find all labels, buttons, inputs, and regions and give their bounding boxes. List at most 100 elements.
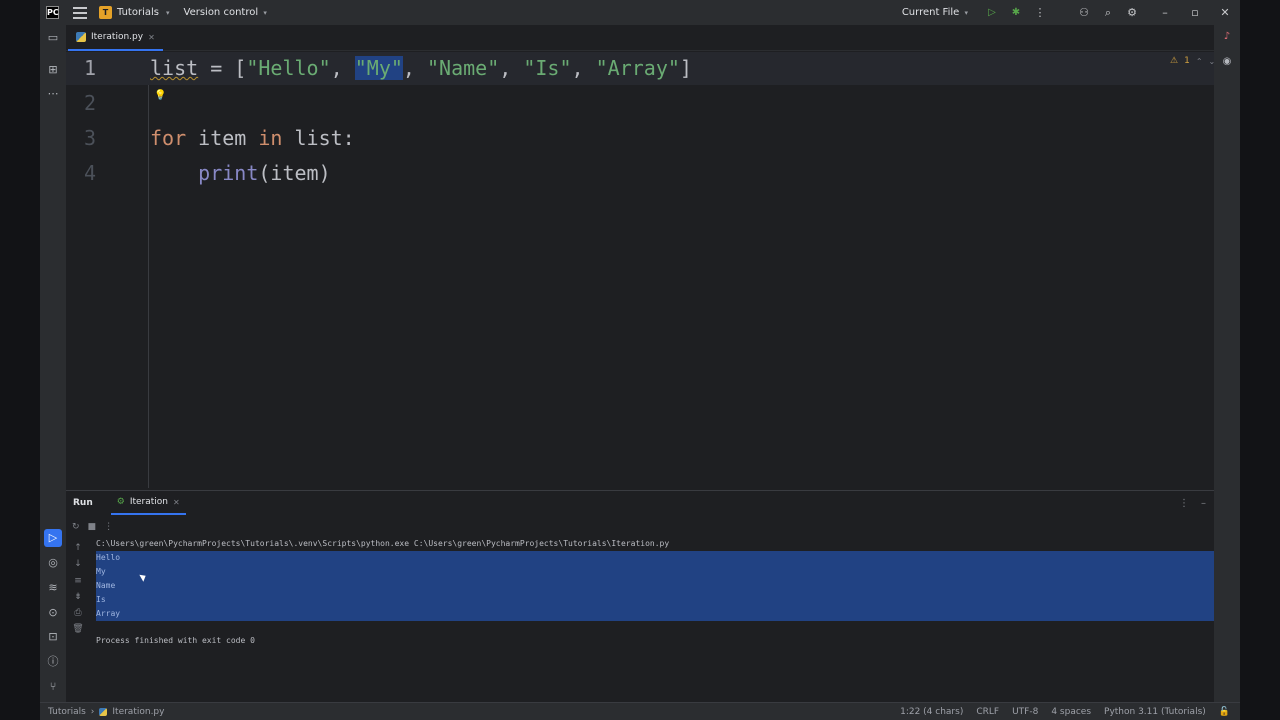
project-badge-icon: T bbox=[99, 6, 112, 19]
code-line-3[interactable]: for item in list: bbox=[150, 126, 355, 150]
gear-icon[interactable]: ⚙ bbox=[1120, 6, 1144, 19]
warning-icon: ⚠ bbox=[1170, 56, 1179, 66]
console-exit-message: Process finished with exit code 0 bbox=[96, 636, 255, 645]
project-name: Tutorials bbox=[117, 7, 159, 18]
run-config-selector[interactable]: Current File ▾ bbox=[902, 7, 968, 18]
python-file-icon bbox=[76, 32, 86, 42]
git-branch-icon[interactable]: ⑂ bbox=[44, 678, 62, 696]
chevron-up-icon[interactable]: ⌃ bbox=[1196, 57, 1203, 66]
scroll-to-end-icon[interactable]: ⇟ bbox=[72, 592, 84, 602]
console-output-line: My bbox=[96, 565, 1214, 579]
chevron-right-icon: › bbox=[90, 706, 95, 717]
services-icon[interactable]: ⊙ bbox=[44, 604, 62, 622]
run-tool-window: Run ⚙ Iteration ✕ ⋮ – ↻ ■ ⋮ ↑ ↓ ≡ ⇟ ⎙ 🗑 … bbox=[66, 490, 1214, 705]
left-tool-strip: ▭ ⊞ ⋯ ▷ ◎ ≋ ⊙ ⊡ ⓘ ⑂ bbox=[40, 25, 66, 705]
notifications-icon[interactable]: ♪ bbox=[1219, 29, 1235, 45]
inspection-widget[interactable]: ⚠ 1 ⌃ ⌄ bbox=[1170, 52, 1215, 70]
chevron-down-icon: ▾ bbox=[964, 9, 968, 17]
terminal-icon[interactable]: ⊡ bbox=[44, 628, 62, 646]
titlebar-actions: Current File ▾ ▷ ✱ ⋮ ⚇ ⌕ ⚙ – ▫ ✕ bbox=[902, 0, 1240, 25]
run-header-actions: ⋮ – bbox=[1179, 491, 1206, 515]
run-icon[interactable]: ▷ bbox=[980, 7, 1004, 18]
minimize-panel-icon[interactable]: – bbox=[1201, 498, 1206, 509]
line-number: 2 bbox=[83, 91, 96, 115]
tab-iteration-py[interactable]: Iteration.py ✕ bbox=[68, 25, 163, 51]
lock-icon[interactable]: 🔓 bbox=[1219, 707, 1230, 717]
ai-assistant-icon[interactable]: ◉ bbox=[1219, 54, 1235, 70]
indent-setting[interactable]: 4 spaces bbox=[1051, 707, 1091, 717]
line-number: 3 bbox=[83, 126, 96, 150]
close-icon[interactable]: ✕ bbox=[1210, 6, 1240, 19]
add-user-icon[interactable]: ⚇ bbox=[1072, 6, 1096, 19]
chevron-down-icon: ▾ bbox=[165, 8, 170, 17]
python-console-icon[interactable]: ◎ bbox=[44, 554, 62, 572]
run-title: Run bbox=[73, 498, 93, 508]
arrow-down-icon[interactable]: ↓ bbox=[72, 559, 84, 569]
console-output-line: Is bbox=[96, 593, 1214, 607]
ide-window: PC T Tutorials ▾ Version control ▾ Curre… bbox=[40, 0, 1240, 720]
folder-icon[interactable]: ▭ bbox=[44, 29, 62, 47]
run-config-label: Current File bbox=[901, 7, 960, 18]
identifier-list: list bbox=[150, 56, 199, 80]
main-menu-icon[interactable] bbox=[73, 6, 87, 19]
tab-run-iteration[interactable]: ⚙ Iteration ✕ bbox=[110, 491, 186, 515]
trash-icon[interactable]: 🗑 bbox=[72, 624, 84, 634]
console-output-line: Name bbox=[96, 579, 1214, 593]
run-tool-icon[interactable]: ▷ bbox=[44, 529, 62, 547]
breadcrumb: Tutorials › Iteration.py bbox=[48, 707, 164, 717]
console-output-line: Hello bbox=[96, 551, 1214, 565]
line-number: 1 bbox=[83, 56, 96, 80]
breadcrumb-file[interactable]: Iteration.py bbox=[112, 707, 164, 717]
caret-position[interactable]: 1:22 (4 chars) bbox=[900, 707, 963, 717]
more-actions-icon[interactable]: ⋮ bbox=[1028, 6, 1052, 19]
vcs-label: Version control bbox=[183, 7, 259, 18]
soft-wrap-icon[interactable]: ≡ bbox=[72, 576, 84, 586]
layers-icon[interactable]: ≋ bbox=[44, 579, 62, 597]
chevron-down-icon: ▾ bbox=[263, 9, 267, 17]
selected-text: "My" bbox=[354, 56, 403, 80]
line-number: 4 bbox=[83, 161, 96, 185]
desktop-backdrop-right bbox=[1240, 0, 1280, 720]
problems-icon[interactable]: ⓘ bbox=[44, 653, 62, 671]
close-tab-icon[interactable]: ✕ bbox=[148, 33, 155, 42]
desktop-backdrop-left bbox=[0, 0, 40, 720]
lightbulb-icon[interactable]: 💡 bbox=[154, 90, 166, 101]
file-encoding[interactable]: UTF-8 bbox=[1012, 707, 1038, 717]
editor-tab-bar: Iteration.py ✕ bbox=[66, 25, 1214, 51]
title-bar: PC T Tutorials ▾ Version control ▾ Curre… bbox=[40, 0, 1240, 25]
rerun-icon[interactable]: ↻ bbox=[72, 522, 80, 532]
python-run-icon: ⚙ bbox=[116, 497, 125, 507]
search-icon[interactable]: ⌕ bbox=[1096, 6, 1120, 20]
vcs-selector[interactable]: Version control ▾ bbox=[184, 7, 267, 18]
console-output[interactable]: C:\Users\green\PycharmProjects\Tutorials… bbox=[96, 537, 1214, 706]
right-tool-strip: ♪ ◉ bbox=[1214, 25, 1240, 705]
line-separator[interactable]: CRLF bbox=[976, 707, 999, 717]
warning-count: 1 bbox=[1184, 56, 1190, 66]
more-options-icon[interactable]: ⋮ bbox=[1179, 498, 1189, 509]
more-tools-icon[interactable]: ⋯ bbox=[44, 85, 62, 103]
code-line-4[interactable]: print(item) bbox=[150, 161, 330, 185]
close-tab-icon[interactable]: ✕ bbox=[173, 498, 180, 507]
minimize-icon[interactable]: – bbox=[1150, 6, 1180, 19]
run-header: Run ⚙ Iteration ✕ ⋮ – bbox=[66, 491, 1214, 515]
arrow-up-icon[interactable]: ↑ bbox=[72, 543, 84, 553]
tab-label: Iteration.py bbox=[91, 32, 144, 42]
stop-icon[interactable]: ■ bbox=[88, 522, 97, 532]
console-output-line: Array bbox=[96, 607, 1214, 621]
chevron-down-icon[interactable]: ⌄ bbox=[1209, 57, 1216, 66]
restore-icon[interactable]: ▫ bbox=[1180, 6, 1210, 19]
python-interpreter[interactable]: Python 3.11 (Tutorials) bbox=[1104, 707, 1206, 717]
structure-icon[interactable]: ⊞ bbox=[44, 61, 62, 79]
breadcrumb-project[interactable]: Tutorials bbox=[48, 707, 86, 717]
run-tab-label: Iteration bbox=[129, 497, 169, 507]
more-actions-icon[interactable]: ⋮ bbox=[104, 522, 113, 532]
console-command-line: C:\Users\green\PycharmProjects\Tutorials… bbox=[96, 539, 670, 548]
debug-icon[interactable]: ✱ bbox=[1004, 7, 1028, 18]
print-icon[interactable]: ⎙ bbox=[72, 608, 84, 618]
run-toolbar: ↻ ■ ⋮ bbox=[66, 517, 113, 537]
status-widgets: 1:22 (4 chars) CRLF UTF-8 4 spaces Pytho… bbox=[900, 703, 1230, 720]
code-editor[interactable]: 1 2 3 4 list = ["Hello", "My", "Name", "… bbox=[66, 52, 1215, 488]
status-bar: Tutorials › Iteration.py 1:22 (4 chars) … bbox=[40, 702, 1240, 720]
code-line-1[interactable]: list = ["Hello", "My", "Name", "Is", "Ar… bbox=[150, 56, 692, 80]
project-selector[interactable]: T Tutorials ▾ bbox=[99, 6, 170, 19]
